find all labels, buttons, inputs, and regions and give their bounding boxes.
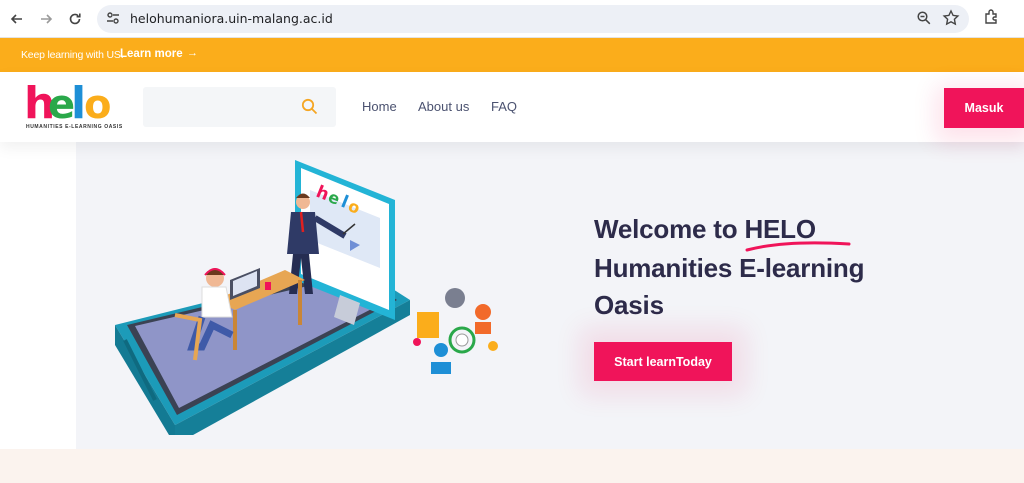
promo-bar: Keep learning with US. Learn more → — [0, 38, 1024, 72]
hero-illustration: h e l o — [115, 160, 498, 435]
start-learning-button[interactable]: Start learnToday — [594, 342, 732, 381]
svg-text:o: o — [84, 82, 110, 124]
zoom-icon[interactable] — [916, 10, 932, 31]
reload-icon[interactable] — [64, 8, 86, 30]
url-text[interactable]: helohumaniora.uin-malang.ac.id — [130, 11, 333, 26]
site-settings-icon[interactable] — [105, 10, 121, 31]
hero-title-line2: Humanities E-learning — [594, 253, 865, 283]
nav-home[interactable]: Home — [362, 99, 397, 114]
address-bar[interactable]: helohumaniora.uin-malang.ac.id — [97, 5, 969, 33]
search-icon[interactable] — [301, 98, 318, 120]
arrow-right-icon[interactable]: → — [187, 47, 198, 59]
title-underline-decoration — [745, 241, 851, 252]
browser-toolbar: helohumaniora.uin-malang.ac.id — [0, 0, 1024, 38]
login-button[interactable]: Masuk — [944, 88, 1024, 128]
forward-icon[interactable] — [35, 8, 57, 30]
nav-about-us[interactable]: About us — [418, 99, 469, 114]
extensions-icon[interactable] — [983, 8, 1001, 31]
back-icon[interactable] — [6, 8, 28, 30]
hero-left-gutter — [0, 142, 76, 449]
search-input[interactable] — [143, 87, 336, 127]
learn-more-link[interactable]: Learn more — [120, 48, 183, 60]
site-header: h e l o HUMANITIES E-LEARNING OASIS Home… — [0, 72, 1024, 142]
hero-title-line3: Oasis — [594, 290, 664, 320]
next-section-band — [0, 449, 1024, 483]
svg-text:l: l — [71, 80, 83, 124]
logo-subtitle: HUMANITIES E-LEARNING OASIS — [26, 124, 123, 130]
promo-text: Keep learning with US. — [21, 49, 124, 61]
star-icon[interactable] — [942, 9, 960, 32]
nav-faq[interactable]: FAQ — [491, 99, 517, 114]
